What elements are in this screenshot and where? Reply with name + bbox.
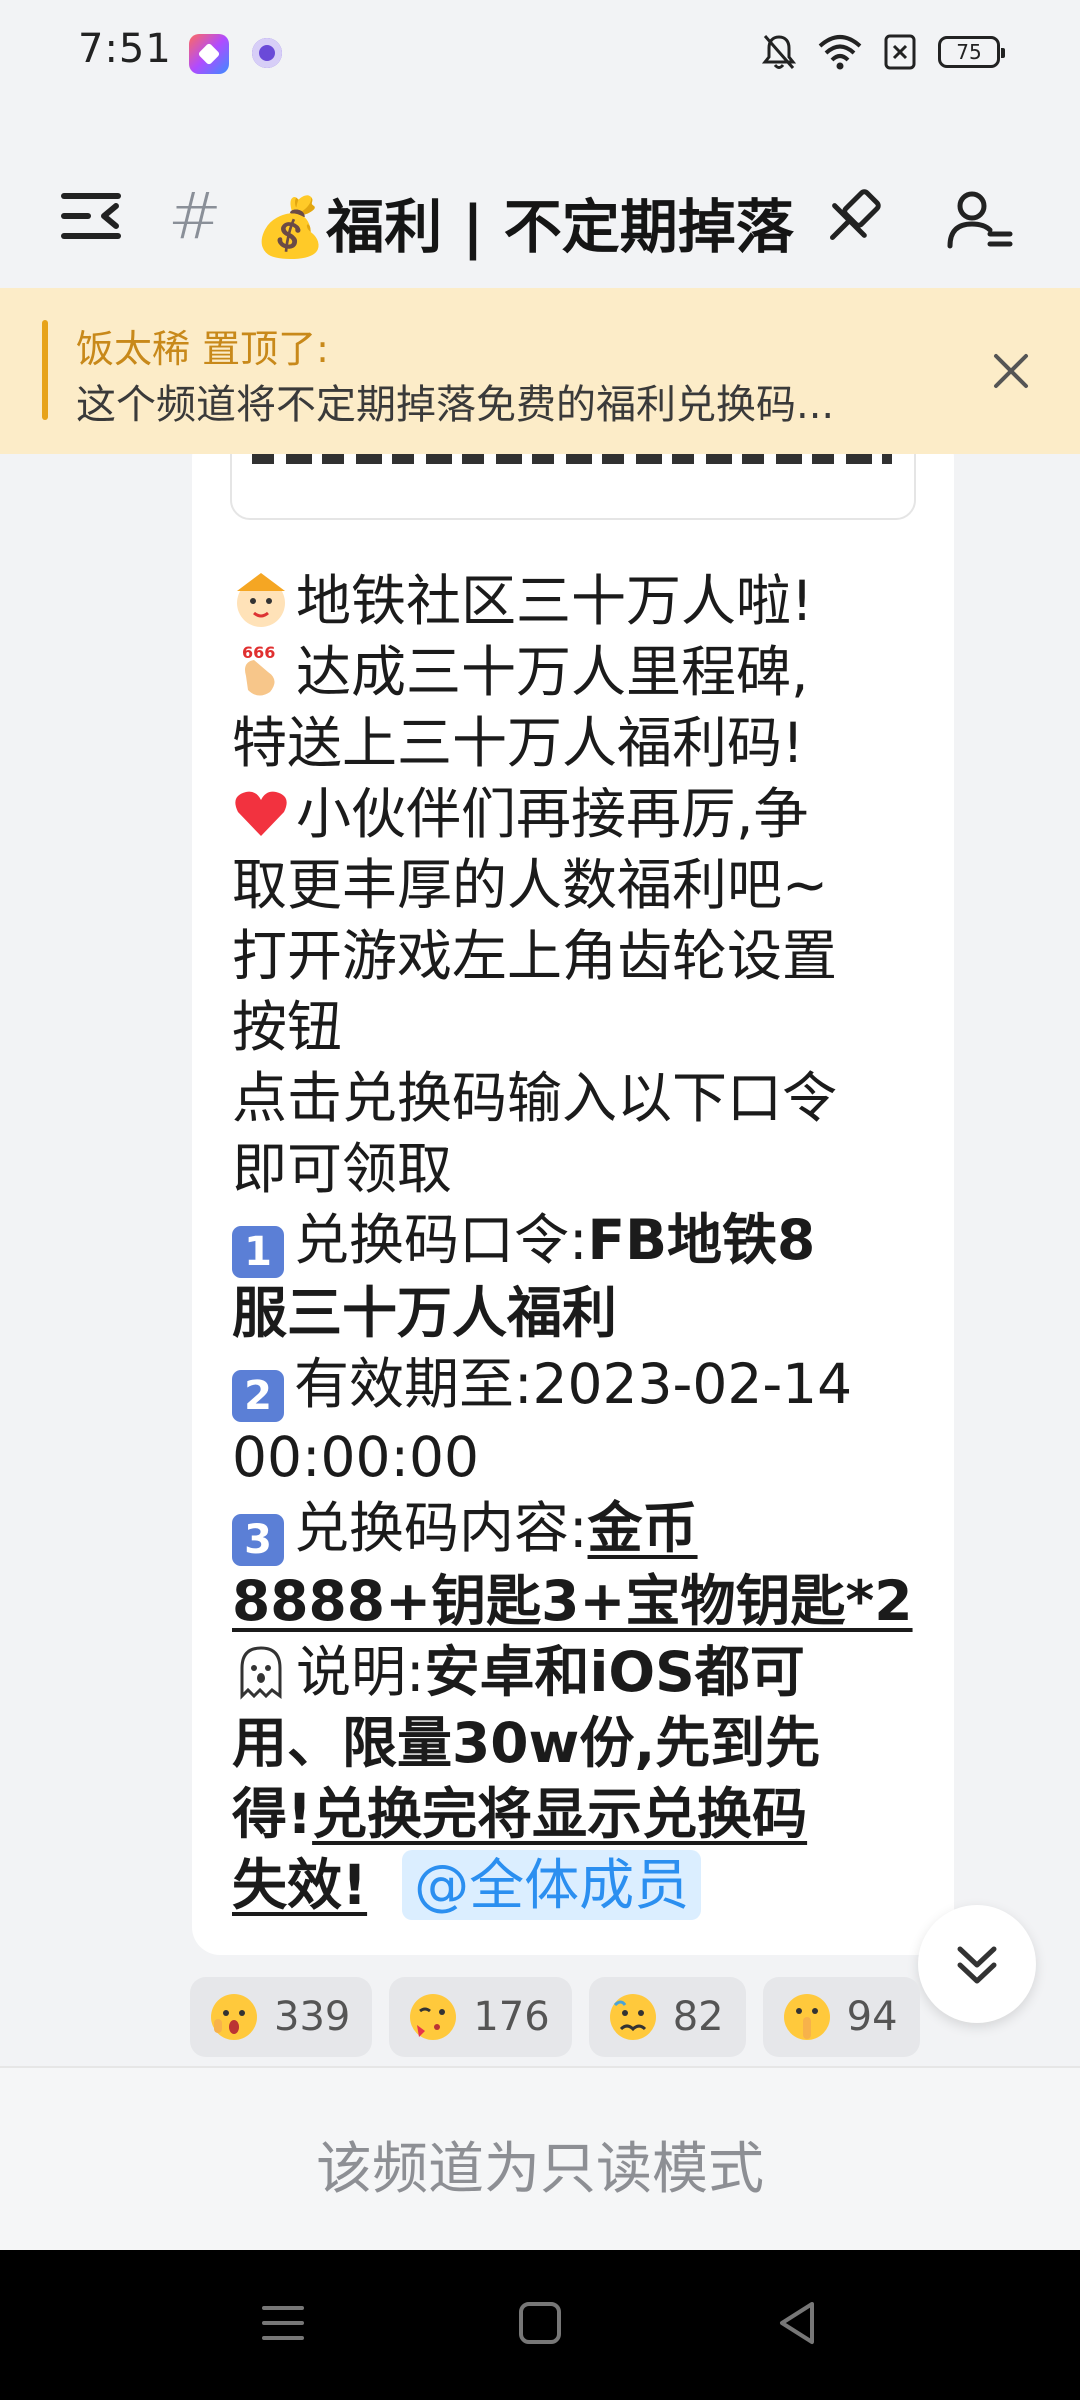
mention-all-members[interactable]: @全体成员 <box>402 1850 702 1920</box>
pin-icon[interactable] <box>820 184 886 250</box>
message-note: 得! <box>232 1782 313 1846</box>
members-icon[interactable] <box>946 186 1014 254</box>
pinned-text: 这个频道将不定期掉落免费的福利兑换码... <box>76 382 835 428</box>
message-card: 地铁社区三十万人啦! 666 达成三十万人里程碑, 特送上三十万人福利码! 小伙… <box>192 430 954 1955</box>
app-notification-icon-2 <box>252 38 282 68</box>
reaction-bar: 339 176 82 94 <box>190 1977 920 2057</box>
reaction-count: 176 <box>473 1994 550 2040</box>
message-text: 按钮 <box>232 995 343 1059</box>
message-text: 点击兑换码输入以下口令 <box>232 1066 838 1130</box>
keycap-1-icon: 1 <box>232 1226 284 1278</box>
redeem-code: 服三十万人福利 <box>232 1281 618 1345</box>
keycap-3-icon: 3 <box>232 1514 284 1566</box>
message-note: 失效! <box>232 1853 368 1917</box>
readonly-footer: 该频道为只读模式 <box>0 2066 1080 2252</box>
message-line: 地铁社区三十万人啦! <box>232 566 922 637</box>
reaction-count: 339 <box>274 1994 351 2040</box>
system-navigation-bar <box>0 2250 1080 2400</box>
reward-content: 金币 <box>587 1496 698 1560</box>
message-text: 兑换码内容: <box>294 1496 588 1560</box>
app-notification-icon <box>189 34 229 74</box>
expiry-date: 2023-02-14 <box>532 1352 853 1416</box>
wifi-icon <box>818 35 862 70</box>
back-icon[interactable] <box>772 2298 822 2348</box>
system-icons: 75 <box>762 30 1005 74</box>
redeem-code: FB地铁8 <box>587 1208 816 1272</box>
message-text: 打开游戏左上角齿轮设置 <box>232 924 838 988</box>
close-icon[interactable] <box>986 346 1036 396</box>
expiry-time: 00:00:00 <box>232 1425 480 1489</box>
menu-collapse-icon[interactable] <box>60 184 124 248</box>
home-icon[interactable] <box>515 2298 565 2348</box>
666-hand-emoji-icon: 666 <box>242 643 275 696</box>
message-note: 兑换完将显示兑换码 <box>312 1782 808 1846</box>
battery-level: 75 <box>956 40 982 64</box>
clock: 7:51 <box>78 26 172 72</box>
reaction-chip[interactable]: 94 <box>762 1977 920 2057</box>
reaction-chip[interactable]: 82 <box>588 1977 746 2057</box>
message-text: 地铁社区三十万人啦! <box>296 569 814 633</box>
reaction-chip[interactable]: 339 <box>190 1977 373 2057</box>
reaction-count: 94 <box>846 1994 898 2040</box>
message-text: 说明: <box>296 1640 425 1704</box>
message-line: 666 达成三十万人里程碑, <box>232 637 922 708</box>
mute-bell-icon <box>762 35 796 69</box>
ghost-emoji-icon <box>240 1646 282 1700</box>
keycap-2-icon: 2 <box>232 1370 284 1422</box>
nauseated-face-icon <box>609 1994 656 2040</box>
party-emoji-icon <box>237 573 285 627</box>
scroll-to-bottom-button[interactable] <box>918 1905 1036 2023</box>
shushing-face-icon <box>783 1994 830 2040</box>
message-line: 3 兑换码内容:金币 <box>232 1493 922 1566</box>
no-sim-icon <box>884 34 916 70</box>
reward-content: 8888+钥匙3+宝物钥匙*2 <box>232 1569 913 1633</box>
heart-emoji-icon <box>235 791 287 836</box>
message-note: 用、限量30w份,先到先 <box>232 1711 821 1775</box>
readonly-text: 该频道为只读模式 <box>316 2137 764 2202</box>
reaction-count: 82 <box>672 1994 724 2040</box>
message-line: 小伙伴们再接再厉,争 <box>232 779 922 850</box>
battery-indicator: 75 <box>938 36 1005 68</box>
channel-title: 💰福利 | 不定期掉落 <box>254 193 794 261</box>
message-text: 有效期至: <box>294 1352 533 1416</box>
reaction-chip[interactable]: 176 <box>389 1977 572 2057</box>
channel-header: # 💰福利 | 不定期掉落 <box>0 150 1080 290</box>
message-text: 特送上三十万人福利码! <box>232 711 805 775</box>
svg-text:666: 666 <box>242 643 275 662</box>
pinned-message-banner[interactable]: 饭太稀 置顶了: 这个频道将不定期掉落免费的福利兑换码... <box>0 288 1080 454</box>
recent-apps-icon[interactable] <box>258 2298 308 2348</box>
message-note: 安卓和iOS都可 <box>424 1640 805 1704</box>
status-bar: 7:51 75 <box>0 0 1080 110</box>
message-line: 1 兑换码口令:FB地铁8 <box>232 1205 922 1278</box>
message-text: 小伙伴们再接再厉,争 <box>296 782 809 846</box>
pinned-accent-bar <box>42 320 48 420</box>
message-text: 兑换码口令: <box>294 1208 588 1272</box>
message-text: 取更丰厚的人数福利吧~ <box>232 853 829 917</box>
pinned-author: 饭太稀 置顶了: <box>76 327 329 371</box>
kissing-face-icon <box>410 1994 457 2040</box>
message-line: 说明:安卓和iOS都可 <box>232 1637 922 1708</box>
channel-hash-icon: # <box>168 180 222 254</box>
message-text: 达成三十万人里程碑, <box>296 640 809 704</box>
message-body: 地铁社区三十万人啦! 666 达成三十万人里程碑, 特送上三十万人福利码! 小伙… <box>232 566 922 1921</box>
message-line: 2 有效期至:2023-02-14 <box>232 1349 922 1422</box>
shocked-face-icon <box>211 1994 257 2040</box>
double-chevron-down-icon <box>957 1946 997 1984</box>
message-text: 即可领取 <box>232 1137 453 1201</box>
